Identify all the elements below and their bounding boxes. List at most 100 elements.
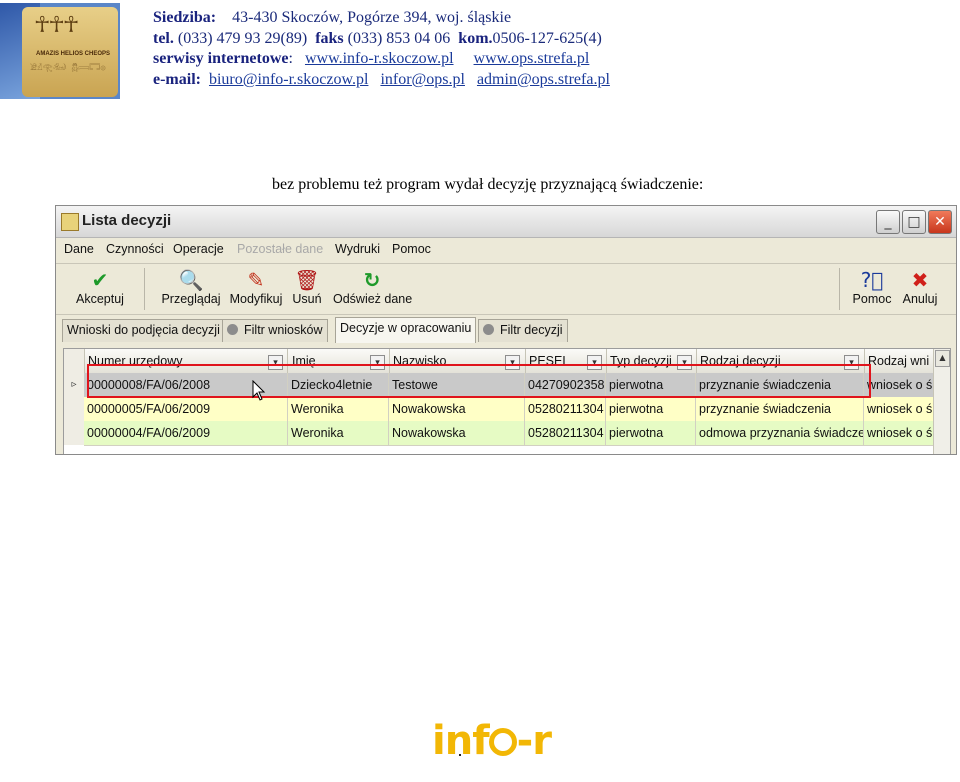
footer-logo-part1: inf	[432, 718, 490, 764]
tab-wnioski-label: Wnioski do podjęcia decyzji	[67, 323, 220, 337]
help-label: Pomoc	[852, 292, 892, 306]
help-icon: ?⃝	[860, 268, 884, 292]
tab-filtr-wnioskow[interactable]: Filtr wniosków	[222, 319, 328, 342]
tab-decyzje-w-opracowaniu[interactable]: Decyzje w opracowaniu	[335, 317, 477, 343]
address-label: Siedziba:	[153, 9, 217, 26]
email-link-admin[interactable]: admin@ops.strefa.pl	[477, 71, 610, 88]
menu-pomoc[interactable]: Pomoc	[392, 242, 431, 256]
toolbar-separator	[144, 268, 145, 310]
table-row[interactable]: 00000005/FA/06/2009 Weronika Nowakowska 052…	[84, 397, 938, 422]
cross-icon: ✖	[911, 268, 929, 292]
help-button[interactable]: ?⃝ Pomoc	[852, 266, 892, 312]
cancel-label: Anuluj	[902, 292, 938, 306]
footer-logo-part2: -r	[516, 718, 552, 764]
modify-button[interactable]: ✎ Modyfikuj	[228, 266, 284, 312]
logo-figures-icon: ☥☥☥	[34, 13, 79, 38]
row-header[interactable]: ▹	[64, 373, 85, 397]
table-cell: pierwotna	[606, 397, 696, 421]
kom-value: 0506-127-625(4)	[492, 29, 602, 47]
table-cell: Nowakowska	[389, 421, 525, 445]
table-cell: 00000004/FA/06/2009	[84, 421, 288, 445]
at-swirl-icon	[488, 728, 517, 756]
maximize-button[interactable]: □	[902, 210, 926, 234]
accept-button[interactable]: ✔ Akceptuj	[70, 266, 130, 312]
email-line: e-mail: biuro@info-r.skoczow.pl infor@op…	[153, 70, 610, 91]
logo-glyphs-icon: 𓀀𓁐𓂀𓃰 𓆣𓇯𓉐𓊖	[30, 63, 106, 72]
cancel-button[interactable]: ✖ Anuluj	[900, 266, 940, 312]
table-row[interactable]: 00000004/FA/06/2009 Weronika Nowakowska 052…	[84, 421, 938, 446]
footer-dot	[459, 754, 461, 756]
fax-label: faks	[315, 29, 344, 47]
toolbar: ✔ Akceptuj 🔍 Przeglądaj ✎ Modyfikuj 🗑 Us…	[56, 263, 956, 315]
tel-value: (033) 479 93 29(89)	[177, 29, 308, 47]
delete-button[interactable]: 🗑 Usuń	[290, 266, 324, 312]
websites-line: serwisy internetowe: www.info-r.skoczow.…	[153, 49, 610, 70]
menu-bar: Dane Czynności Operacje Pozostałe dane W…	[56, 239, 956, 261]
table-cell: Weronika	[288, 421, 389, 445]
table-cell: odmowa przyznania świadczer	[696, 421, 864, 445]
modify-label: Modyfikuj	[229, 292, 283, 306]
fax-value: (033) 853 04 06	[347, 29, 451, 47]
magnifier-icon: 🔍	[178, 268, 204, 292]
menu-operacje[interactable]: Operacje	[173, 242, 224, 256]
address-line: Siedziba: 43-430 Skoczów, Pogórze 394, w…	[153, 8, 610, 29]
address-value: 43-430 Skoczów, Pogórze 394, woj. śląski…	[232, 9, 512, 26]
row-header[interactable]	[64, 397, 85, 421]
row-header[interactable]	[64, 421, 85, 445]
tab-strip: Wnioski do podjęcia decyzji Filtr wniosk…	[56, 317, 956, 343]
toolbar-separator-right	[839, 268, 840, 310]
table-cell: pierwotna	[606, 421, 696, 445]
refresh-label: Odśwież dane	[333, 292, 413, 306]
filter-icon	[227, 324, 238, 335]
table-cell: wniosek o ś	[864, 397, 938, 421]
table-cell: Weronika	[288, 397, 389, 421]
email-label: e-mail:	[153, 70, 201, 88]
selected-row-highlight-box	[87, 364, 871, 398]
delete-label: Usuń	[292, 292, 322, 306]
mouse-cursor-icon	[252, 380, 266, 401]
col-rodzaj-wniosku[interactable]: Rodzaj wni	[864, 349, 939, 373]
window-titlebar[interactable]: Lista decyzji _ □ ✕	[56, 206, 956, 238]
browse-button[interactable]: 🔍 Przeglądaj	[160, 266, 222, 312]
minimize-button[interactable]: _	[876, 210, 900, 234]
menu-czynnosci[interactable]: Czynności	[106, 242, 164, 256]
filter-icon	[483, 324, 494, 335]
table-cell: wniosek o ś	[864, 421, 938, 445]
decisions-window: Lista decyzji _ □ ✕ Dane Czynności Opera…	[55, 205, 957, 455]
phone-line: tel. (033) 479 93 29(89) faks (033) 853 …	[153, 29, 610, 50]
websites-sep: :	[288, 50, 293, 67]
table-cell: przyznanie świadczenia	[696, 397, 864, 421]
accept-label: Akceptuj	[76, 292, 124, 306]
document-caption: bez problemu też program wydał decyzję p…	[272, 176, 704, 193]
browse-label: Przeglądaj	[161, 292, 221, 306]
logo-caption: AMAZIS HELIOS CHEOPS	[35, 51, 110, 57]
close-button[interactable]: ✕	[928, 210, 952, 234]
header-corner	[64, 349, 85, 373]
tel-label: tel.	[153, 29, 174, 47]
info-r-footer-logo: inf -r	[432, 718, 552, 764]
vertical-scrollbar[interactable]: ▲	[933, 349, 950, 454]
email-link-biuro[interactable]: biuro@info-r.skoczow.pl	[209, 71, 368, 88]
table-cell: Nowakowska	[389, 397, 525, 421]
trash-icon: 🗑	[294, 268, 320, 292]
email-link-infor[interactable]: infor@ops.pl	[380, 71, 465, 88]
websites-label: serwisy internetowe	[153, 50, 289, 67]
tab-decyzje-label: Decyzje w opracowaniu	[340, 321, 472, 335]
website-link-ops[interactable]: www.ops.strefa.pl	[474, 50, 590, 67]
website-link-info-r[interactable]: www.info-r.skoczow.pl	[305, 50, 454, 67]
company-contact-block: Siedziba: 43-430 Skoczów, Pogórze 394, w…	[153, 8, 610, 90]
menu-dane[interactable]: Dane	[64, 242, 94, 256]
window-title: Lista decyzji	[82, 212, 172, 229]
menu-wydruki[interactable]: Wydruki	[335, 242, 380, 256]
table-cell: 05280211304	[525, 397, 606, 421]
app-icon	[61, 213, 79, 231]
col-label: Rodzaj wni	[868, 354, 930, 368]
refresh-icon: ↻	[363, 268, 381, 292]
refresh-button[interactable]: ↻ Odśwież dane	[333, 266, 413, 312]
tab-wnioski[interactable]: Wnioski do podjęcia decyzji	[62, 319, 225, 342]
menu-pozostale-dane[interactable]: Pozostałe dane	[237, 242, 323, 256]
checkmark-icon: ✔	[91, 268, 109, 292]
scroll-up-icon[interactable]: ▲	[935, 350, 950, 367]
tab-filtr-wnioskow-label: Filtr wniosków	[244, 323, 323, 337]
tab-filtr-decyzji[interactable]: Filtr decyzji	[478, 319, 568, 342]
